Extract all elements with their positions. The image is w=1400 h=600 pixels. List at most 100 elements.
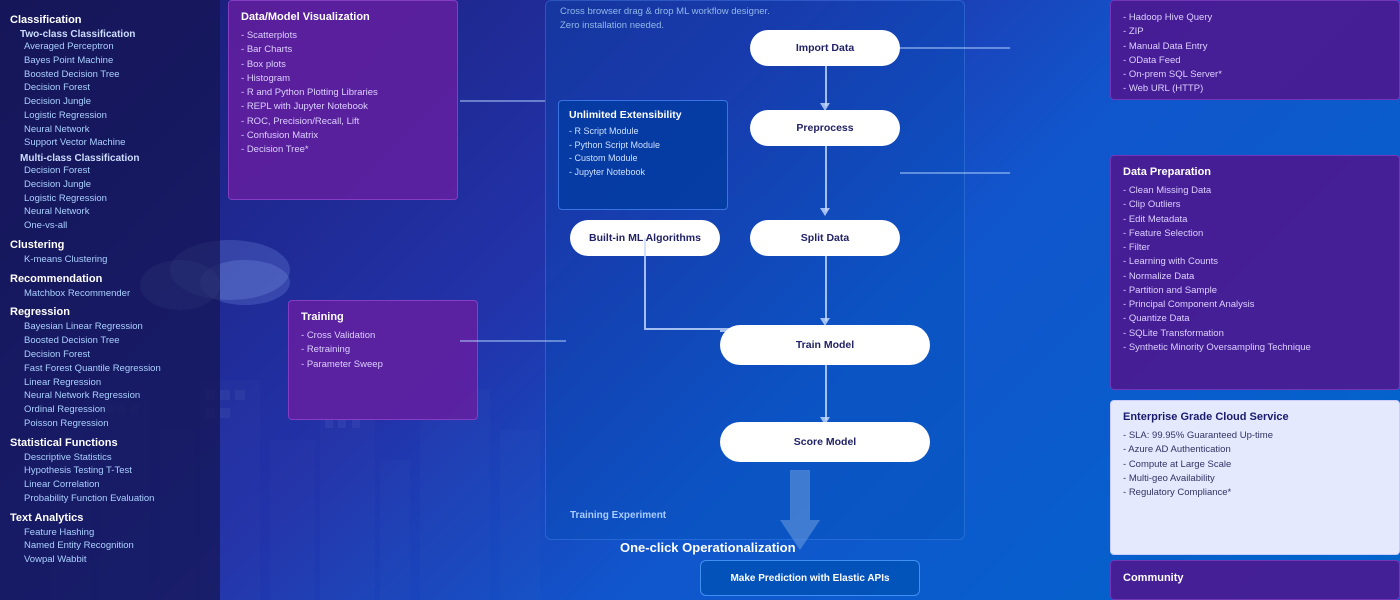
- arrow-builtin-v: [644, 238, 646, 328]
- left-panel: Classification Two-class Classification …: [0, 0, 220, 600]
- regression-title: Regression: [10, 306, 210, 318]
- ds-item-2: Manual Data Entry: [1123, 40, 1387, 54]
- data-prep-title: Data Preparation: [1123, 166, 1387, 178]
- connector-viz: [460, 100, 545, 102]
- multi-class-title: Multi-class Classification: [10, 153, 210, 164]
- item-ner: Named Entity Recognition: [10, 539, 210, 553]
- regression-section: Regression Bayesian Linear Regression Bo…: [10, 306, 210, 430]
- training-experiment-label: Training Experiment: [570, 510, 666, 521]
- viz-item-2: Box plots: [241, 58, 445, 72]
- arrow-import-preprocess: [825, 66, 827, 106]
- item-linear-r: Linear Regression: [10, 376, 210, 390]
- data-sources-box: Hadoop Hive Query ZIP Manual Data Entry …: [1110, 0, 1400, 100]
- recommendation-section: Recommendation Matchbox Recommender: [10, 273, 210, 301]
- dp-item-10: SQLite Transformation: [1123, 327, 1387, 341]
- viz-item-0: Scatterplots: [241, 29, 445, 43]
- dp-item-7: Partition and Sample: [1123, 284, 1387, 298]
- enterprise-list: - SLA: 99.95% Guaranteed Up-time - Azure…: [1123, 429, 1387, 500]
- item-mc-lr: Logistic Regression: [10, 192, 210, 206]
- data-sources-list: Hadoop Hive Query ZIP Manual Data Entry …: [1123, 11, 1387, 97]
- ds-item-5: Web URL (HTTP): [1123, 82, 1387, 96]
- item-mc-df: Decision Forest: [10, 164, 210, 178]
- item-vowpal: Vowpal Wabbit: [10, 553, 210, 567]
- training-box: Training Cross Validation Retraining Par…: [288, 300, 478, 420]
- visualization-title: Data/Model Visualization: [241, 11, 445, 23]
- item-matchbox: Matchbox Recommender: [10, 287, 210, 301]
- training-list: Cross Validation Retraining Parameter Sw…: [301, 329, 465, 372]
- main-container: Classification Two-class Classification …: [0, 0, 1400, 600]
- prediction-box: Make Prediction with Elastic APIs: [700, 560, 920, 596]
- two-class-title: Two-class Classification: [10, 29, 210, 40]
- item-mc-dj: Decision Jungle: [10, 178, 210, 192]
- dp-item-8: Principal Component Analysis: [1123, 298, 1387, 312]
- unlimited-item-1: Python Script Module: [569, 139, 717, 153]
- viz-item-6: ROC, Precision/Recall, Lift: [241, 115, 445, 129]
- visualization-list: Scatterplots Bar Charts Box plots Histog…: [241, 29, 445, 157]
- item-decision-forest-1: Decision Forest: [10, 81, 210, 95]
- item-avg-perceptron: Averaged Perceptron: [10, 40, 210, 54]
- split-data-label: Split Data: [801, 232, 849, 244]
- arrow-train-score: [825, 365, 827, 420]
- item-prob-func: Probability Function Evaluation: [10, 492, 210, 506]
- stats-title: Statistical Functions: [10, 437, 210, 449]
- train-model-label: Train Model: [796, 339, 854, 351]
- community-title: Community: [1123, 572, 1184, 584]
- training-item-2: Parameter Sweep: [301, 358, 465, 372]
- dp-item-1: Clip Outliers: [1123, 198, 1387, 212]
- visualization-box: Data/Model Visualization Scatterplots Ba…: [228, 0, 458, 200]
- stats-section: Statistical Functions Descriptive Statis…: [10, 437, 210, 506]
- item-df-r: Decision Forest: [10, 348, 210, 362]
- split-data-node: Split Data: [750, 220, 900, 256]
- ds-item-1: ZIP: [1123, 25, 1387, 39]
- dp-item-6: Normalize Data: [1123, 270, 1387, 284]
- item-ordinal-r: Ordinal Regression: [10, 403, 210, 417]
- import-data-label: Import Data: [796, 42, 854, 54]
- item-hyp-test: Hypothesis Testing T-Test: [10, 464, 210, 478]
- clustering-title: Clustering: [10, 239, 210, 251]
- viz-item-3: Histogram: [241, 72, 445, 86]
- unlimited-item-2: Custom Module: [569, 152, 717, 166]
- ds-item-4: On-prem SQL Server*: [1123, 68, 1387, 82]
- unlimited-extensibility-box: Unlimited Extensibility R Script Module …: [558, 100, 728, 210]
- item-kmeans: K-means Clustering: [10, 253, 210, 267]
- item-bayes-point: Bayes Point Machine: [10, 54, 210, 68]
- arrow-preprocess-split: [825, 146, 827, 211]
- viz-item-5: REPL with Jupyter Notebook: [241, 100, 445, 114]
- item-ffqr: Fast Forest Quantile Regression: [10, 362, 210, 376]
- item-decision-jungle-1: Decision Jungle: [10, 95, 210, 109]
- score-model-node: Score Model: [720, 422, 930, 462]
- text-analytics-section: Text Analytics Feature Hashing Named Ent…: [10, 512, 210, 567]
- unlimited-item-3: Jupyter Notebook: [569, 166, 717, 180]
- classification-title: Classification: [10, 14, 210, 26]
- viz-item-8: Decision Tree*: [241, 143, 445, 157]
- item-linear-corr: Linear Correlation: [10, 478, 210, 492]
- import-data-node: Import Data: [750, 30, 900, 66]
- ds-item-3: OData Feed: [1123, 54, 1387, 68]
- ent-item-1: - Azure AD Authentication: [1123, 443, 1387, 457]
- dp-item-5: Learning with Counts: [1123, 255, 1387, 269]
- item-feature-hashing: Feature Hashing: [10, 526, 210, 540]
- training-item-0: Cross Validation: [301, 329, 465, 343]
- item-logistic-reg-1: Logistic Regression: [10, 109, 210, 123]
- enterprise-title: Enterprise Grade Cloud Service: [1123, 411, 1387, 423]
- operationalization-arrow: [770, 470, 830, 550]
- unlimited-item-0: R Script Module: [569, 125, 717, 139]
- item-mc-nn: Neural Network: [10, 205, 210, 219]
- arrowhead-2: [820, 208, 830, 216]
- viz-item-1: Bar Charts: [241, 43, 445, 57]
- clustering-section: Clustering K-means Clustering: [10, 239, 210, 267]
- dp-item-11: Synthetic Minority Oversampling Techniqu…: [1123, 341, 1387, 355]
- item-boosted-dt: Boosted Decision Tree: [10, 68, 210, 82]
- item-bayesian-lr: Bayesian Linear Regression: [10, 320, 210, 334]
- enterprise-box: Enterprise Grade Cloud Service - SLA: 99…: [1110, 400, 1400, 555]
- ent-item-2: - Compute at Large Scale: [1123, 458, 1387, 472]
- dp-item-2: Edit Metadata: [1123, 213, 1387, 227]
- preprocess-label: Preprocess: [796, 122, 853, 134]
- item-neural-net-1: Neural Network: [10, 123, 210, 137]
- connector-dataprep: [900, 172, 1010, 174]
- ent-item-4: - Regulatory Compliance*: [1123, 486, 1387, 500]
- dp-item-4: Filter: [1123, 241, 1387, 255]
- score-model-label: Score Model: [794, 436, 856, 448]
- unlimited-list: R Script Module Python Script Module Cus…: [569, 125, 717, 179]
- connector-import: [900, 47, 1010, 49]
